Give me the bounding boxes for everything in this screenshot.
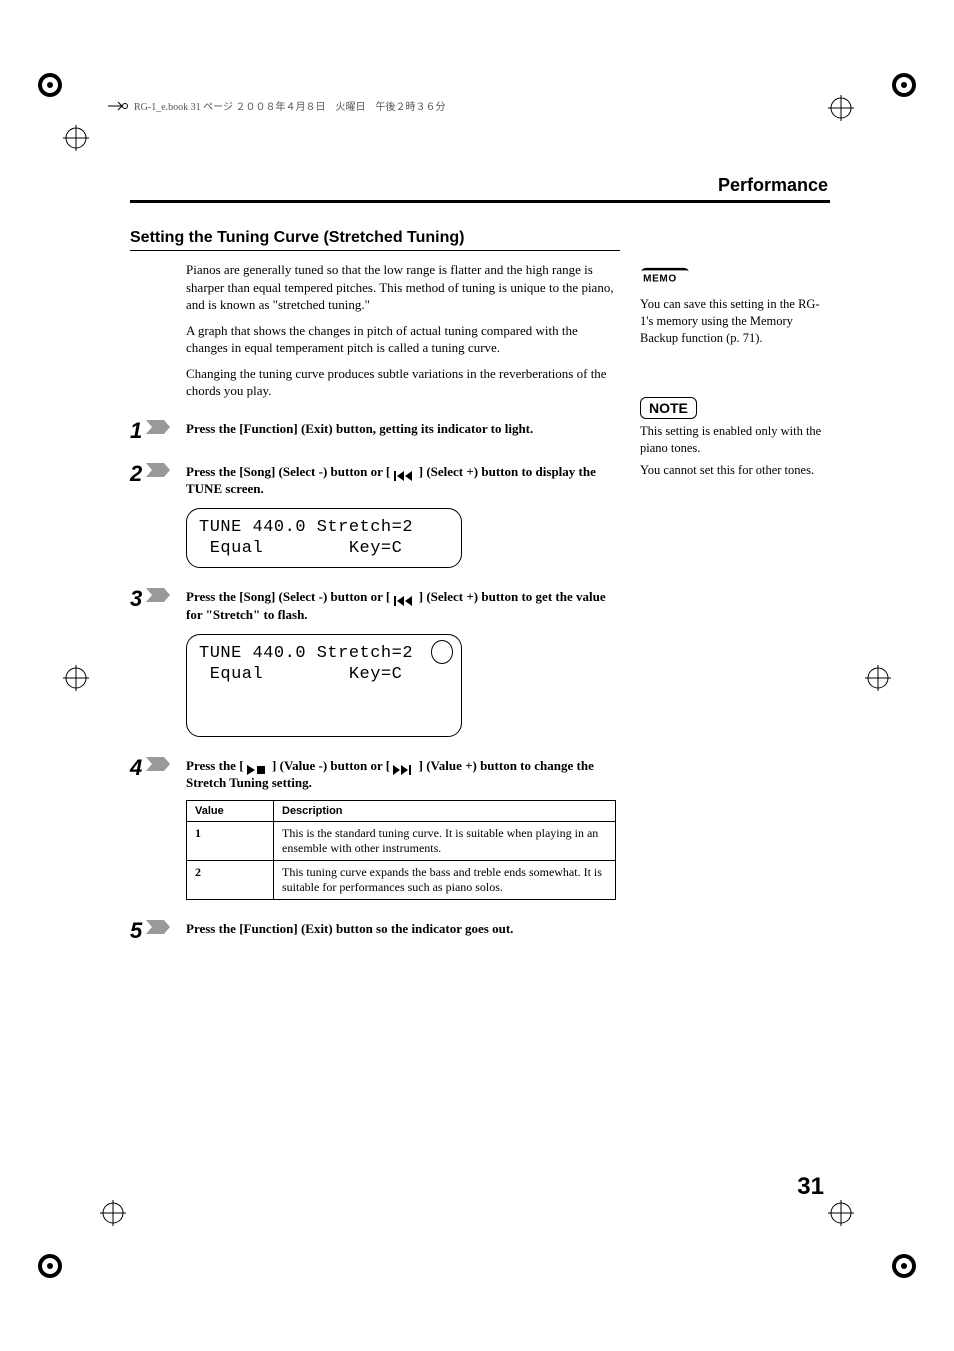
registration-mark-icon: [889, 1251, 919, 1281]
step-number: 4: [130, 755, 142, 780]
lcd-line: TUNE 440.0 Stretch=2: [199, 518, 413, 537]
intro-paragraph: Pianos are generally tuned so that the l…: [186, 261, 620, 314]
step-marker-icon: [146, 463, 170, 477]
registration-mark-icon: [35, 70, 65, 100]
side-column: MEMO You can save this setting in the RG…: [640, 229, 830, 943]
table-row: 1 This is the standard tuning curve. It …: [187, 821, 616, 860]
memo-text: You can save this setting in the RG-1's …: [640, 296, 830, 347]
table-cell: This is the standard tuning curve. It is…: [274, 821, 616, 860]
note-box: NOTE This setting is enabled only with t…: [640, 397, 830, 480]
play-stop-icon: [247, 762, 269, 772]
value-table: Value Description 1 This is the standard…: [186, 800, 616, 900]
arrow-right-icon: [108, 99, 128, 113]
step-number: 3: [130, 586, 142, 611]
step-text: Press the [Function] (Exit) button, gett…: [186, 420, 620, 438]
step-number: 5: [130, 918, 142, 943]
step-number: 1: [130, 418, 142, 443]
svg-text:MEMO: MEMO: [643, 274, 677, 285]
note-label: NOTE: [640, 397, 697, 419]
lcd-line: Equal Key=C: [199, 665, 402, 684]
section-heading: Setting the Tuning Curve (Stretched Tuni…: [130, 229, 620, 247]
step-text-pre: Press the [: [186, 758, 247, 773]
step-text: Press the [Function] (Exit) button so th…: [186, 920, 620, 938]
step-text: Press the [ ] (Value -) button or [ ] (V…: [186, 757, 620, 792]
step-marker-icon: [146, 420, 170, 434]
page-number: 31: [797, 1173, 824, 1201]
table-cell: 2: [187, 860, 274, 899]
main-column: Setting the Tuning Curve (Stretched Tuni…: [130, 229, 620, 943]
step-text-pre: Press the [Song] (Select -) button or [: [186, 589, 394, 604]
table-header-row: Value Description: [187, 800, 616, 821]
registration-mark-icon: [35, 1251, 65, 1281]
note-text: This setting is enabled only with the pi…: [640, 423, 830, 457]
header-text: RG-1_e.book 31 ページ ２００８年４月８日 火曜日 午後２時３６分: [134, 98, 445, 113]
next-track-icon: [393, 762, 415, 772]
step-row: 2 Press the [Song] (Select -) button or …: [130, 463, 620, 498]
horizontal-rule: [130, 200, 830, 203]
intro-paragraph: Changing the tuning curve produces subtl…: [186, 365, 620, 400]
section-underline: [130, 250, 620, 251]
memo-box: MEMO You can save this setting in the RG…: [640, 265, 830, 347]
lcd-line: TUNE 440.0 Stretch=2: [199, 644, 413, 663]
table-cell: This tuning curve expands the bass and t…: [274, 860, 616, 899]
crosshair-icon: [865, 665, 891, 691]
table-row: 2 This tuning curve expands the bass and…: [187, 860, 616, 899]
prev-track-icon: [394, 593, 416, 603]
intro-paragraph: A graph that shows the changes in pitch …: [186, 322, 620, 357]
step-marker-icon: [146, 757, 170, 771]
step-number: 2: [130, 461, 142, 486]
step-text: Press the [Song] (Select -) button or [ …: [186, 588, 620, 623]
step-marker-icon: [146, 588, 170, 602]
page-title: Performance: [130, 175, 830, 196]
registration-mark-icon: [889, 70, 919, 100]
lcd-display: TUNE 440.0 Stretch=2 Equal Key=C: [186, 634, 462, 737]
document-header: RG-1_e.book 31 ページ ２００８年４月８日 火曜日 午後２時３６分: [108, 98, 445, 113]
crosshair-icon: [828, 95, 854, 121]
value-highlight-circle-icon: [431, 640, 453, 664]
step-row: 4 Press the [ ] (Value -) button or [ ] …: [130, 757, 620, 792]
step-text: Press the [Song] (Select -) button or [ …: [186, 463, 620, 498]
memo-icon: MEMO: [640, 265, 690, 292]
step-marker-icon: [146, 920, 170, 934]
step-text-mid: ] (Value -) button or [: [272, 758, 393, 773]
crosshair-icon: [63, 665, 89, 691]
crosshair-icon: [100, 1200, 126, 1226]
crosshair-icon: [828, 1200, 854, 1226]
lcd-line: Equal Key=C: [199, 539, 402, 558]
prev-track-icon: [394, 468, 416, 478]
step-row: 1 Press the [Function] (Exit) button, ge…: [130, 420, 620, 443]
step-text-pre: Press the [Song] (Select -) button or [: [186, 464, 394, 479]
lcd-display: TUNE 440.0 Stretch=2 Equal Key=C: [186, 508, 462, 569]
table-cell: 1: [187, 821, 274, 860]
step-row: 5 Press the [Function] (Exit) button so …: [130, 920, 620, 943]
table-header: Value: [187, 800, 274, 821]
crosshair-icon: [63, 125, 89, 151]
table-header: Description: [274, 800, 616, 821]
note-text: You cannot set this for other tones.: [640, 462, 830, 479]
step-row: 3 Press the [Song] (Select -) button or …: [130, 588, 620, 623]
